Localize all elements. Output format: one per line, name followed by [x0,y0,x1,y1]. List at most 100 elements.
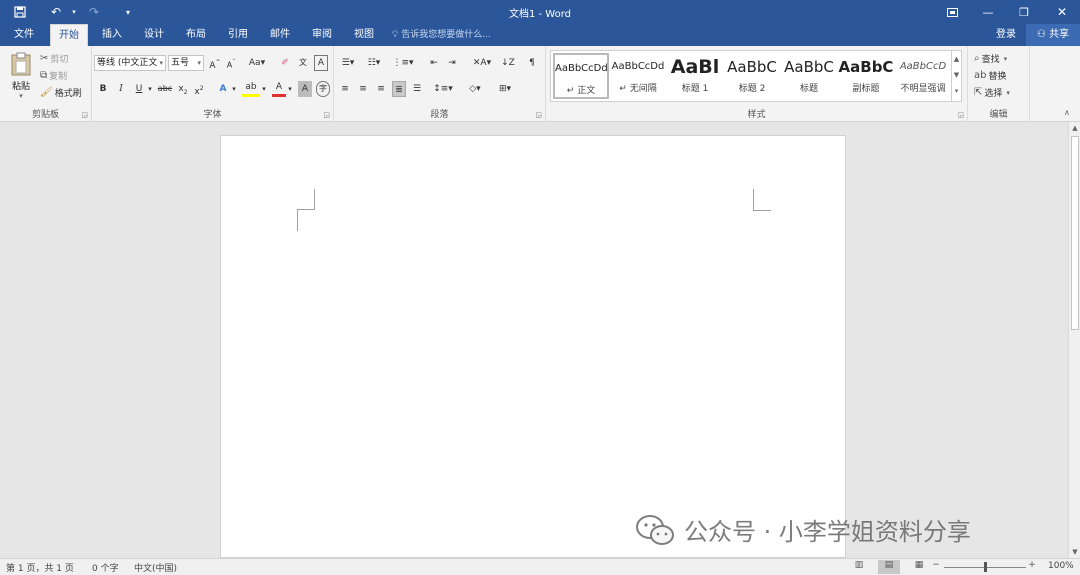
style-heading-2[interactable]: AaBbC 标题 2 [724,53,780,99]
subscript-icon[interactable]: x2 [176,81,190,97]
shading-icon[interactable]: ◇▾ [464,81,486,97]
chevron-down-icon: ▾ [1003,54,1008,63]
style-preview: AaBl [670,56,720,78]
tell-me-box[interactable]: 💡︎ 告诉我您想要做什么... [392,24,491,46]
character-shading-icon[interactable]: A [298,81,312,97]
align-left-icon[interactable]: ≡ [338,81,352,97]
bold-icon[interactable]: B [96,81,110,97]
multilevel-list-icon[interactable]: ⋮≡▾ [392,55,414,71]
paragraph-launcher-icon[interactable]: ◲ [535,111,542,119]
superscript-icon[interactable]: x2 [192,81,206,97]
decrease-indent-icon[interactable]: ⇤ [426,55,442,71]
restore-icon[interactable]: ❐ [1006,0,1042,24]
text-effects-icon[interactable]: A [216,81,230,97]
grow-font-icon[interactable]: A^ [208,55,222,71]
enclose-characters-icon[interactable]: A [314,55,328,71]
shrink-font-icon[interactable]: Aˇ [224,55,238,71]
font-launcher-icon[interactable]: ◲ [323,111,330,119]
format-painter-button[interactable]: 🖌︎ 格式刷 [40,86,82,99]
sort-icon[interactable]: ↓Z [500,55,516,71]
tab-home[interactable]: 开始 [50,24,88,46]
font-name-box[interactable]: 等线 (中文正文 ▾ [94,55,166,71]
enclosed-character-icon[interactable]: 字 [316,81,330,97]
tab-mailings[interactable]: 邮件 [262,24,298,46]
tab-view[interactable]: 视图 [346,24,382,46]
font-color-dropdown-icon[interactable]: ▾ [286,81,294,97]
select-label: 选择 [984,89,1003,99]
scroll-up-icon[interactable]: ▲ [1069,124,1080,132]
language-indicator[interactable]: 中文(中国) [134,561,177,574]
paste-button[interactable]: 粘贴 ▾ [6,52,36,102]
style-no-spacing[interactable]: AaBbCcDd ↵ 无间隔 [610,53,666,99]
page-count[interactable]: 第 1 页，共 1 页 [6,561,74,574]
change-case-icon[interactable]: Aa▾ [246,55,268,71]
tab-layout[interactable]: 布局 [178,24,214,46]
window-title: 文档1 - Word [508,9,572,20]
distributed-icon[interactable]: ☰ [410,81,424,97]
zoom-slider-thumb[interactable] [984,562,987,572]
underline-dropdown-icon[interactable]: ▾ [146,81,154,97]
tab-review[interactable]: 审阅 [304,24,340,46]
vertical-scrollbar[interactable]: ▲ ▼ [1068,122,1080,558]
clear-formatting-icon[interactable]: ✐ [278,55,292,71]
chinese-layout-icon[interactable]: ✕A▾ [470,55,494,71]
highlight-dropdown-icon[interactable]: ▾ [260,81,268,97]
replace-button[interactable]: ab 替换 [974,69,1007,82]
underline-icon[interactable]: U [132,81,146,97]
bullets-icon[interactable]: ☰▾ [338,55,358,71]
increase-indent-icon[interactable]: ⇥ [444,55,460,71]
numbering-icon[interactable]: ☷▾ [364,55,384,71]
print-layout-icon[interactable]: ▤ [878,560,900,574]
cut-button[interactable]: ✂ 剪切 [40,52,68,65]
italic-icon[interactable]: I [114,81,128,97]
minimize-icon[interactable]: — [970,0,1006,24]
style-name: ↵ 无间隔 [619,84,657,94]
scroll-down-icon[interactable]: ▼ [1069,548,1080,556]
highlight-icon[interactable]: ab [242,81,260,97]
tab-insert[interactable]: 插入 [94,24,130,46]
style-title[interactable]: AaBbC 标题 [781,53,837,99]
select-button[interactable]: ⇱ 选择 ▾ [974,86,1010,99]
align-center-icon[interactable]: ≡ [356,81,370,97]
tab-file[interactable]: 文件 [6,24,42,46]
close-icon[interactable]: ✕ [1044,0,1080,24]
zoom-in-icon[interactable]: + [1026,560,1038,574]
scrollbar-thumb[interactable] [1071,136,1079,330]
align-right-icon[interactable]: ≡ [374,81,388,97]
document-page[interactable] [220,135,846,558]
justify-icon[interactable]: ≣ [392,81,406,97]
phonetic-guide-icon[interactable]: 文 [296,55,310,71]
paragraph-group: ☰▾ ☷▾ ⋮≡▾ ⇤ ⇥ ✕A▾ ↓Z ¶ ≡ ≡ ≡ ≣ ☰ ↕≡▾ ◇▾ … [334,46,546,122]
style-heading-1[interactable]: AaBl 标题 1 [667,53,723,99]
gallery-down-icon[interactable]: ▼ [952,67,961,83]
gallery-scrollbar[interactable]: ▲ ▼ ▾ [951,51,961,101]
strikethrough-icon[interactable]: abc [156,81,174,97]
font-size-box[interactable]: 五号 ▾ [168,55,204,71]
gallery-up-icon[interactable]: ▲ [952,51,961,67]
styles-launcher-icon[interactable]: ◲ [957,111,964,119]
ribbon-display-options-icon[interactable] [934,0,970,24]
show-marks-icon[interactable]: ¶ [524,55,540,71]
gallery-more-icon[interactable]: ▾ [952,83,961,99]
word-count[interactable]: 0 个字 [92,561,119,574]
copy-button[interactable]: ⧉ 复制 [40,69,67,82]
tab-design[interactable]: 设计 [136,24,172,46]
collapse-ribbon-icon[interactable]: ∧ [1064,108,1070,117]
login-link[interactable]: 登录 [996,24,1016,46]
web-layout-icon[interactable]: ▦ [908,560,930,574]
borders-icon[interactable]: ⊞▾ [494,81,516,97]
find-button[interactable]: ⌕ 查找 ▾ [974,52,1007,65]
text-effects-dropdown-icon[interactable]: ▾ [230,81,238,97]
style-subtle-emphasis[interactable]: AaBbCcD 不明显强调 [895,53,951,99]
read-mode-icon[interactable]: ▥ [848,560,870,574]
font-color-icon[interactable]: A [272,81,286,97]
style-normal[interactable]: AaBbCcDd ↵ 正文 [553,53,609,99]
tab-references[interactable]: 引用 [220,24,256,46]
line-spacing-icon[interactable]: ↕≡▾ [432,81,454,97]
clipboard-launcher-icon[interactable]: ◲ [81,111,88,119]
share-button[interactable]: ⚇ 共享 [1026,24,1080,46]
zoom-level[interactable]: 100% [1048,561,1074,571]
style-subtitle[interactable]: AaBbC 副标题 [838,53,894,99]
zoom-out-icon[interactable]: − [930,560,942,574]
crop-mark-top-left [297,189,315,209]
